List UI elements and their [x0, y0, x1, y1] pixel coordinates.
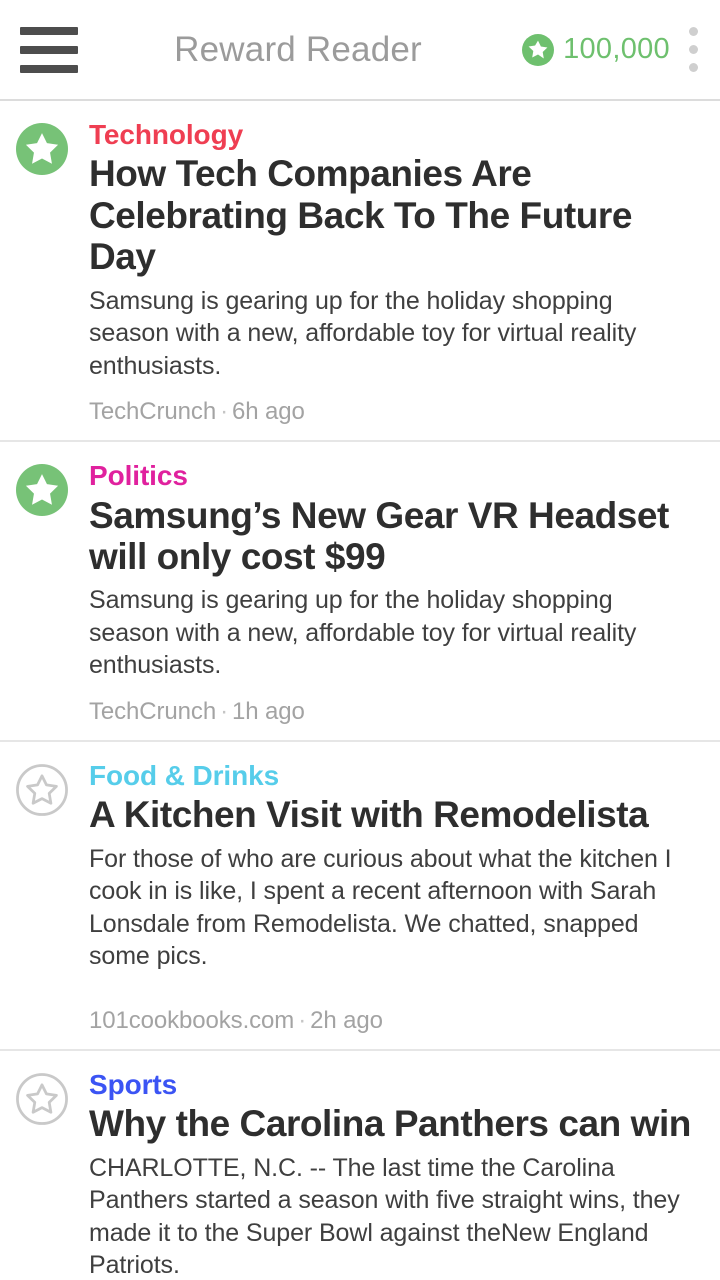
hamburger-menu-icon[interactable]: [20, 24, 80, 76]
article-body: Politics Samsung’s New Gear VR Headset wi…: [74, 460, 706, 726]
article-source: 101cookbooks.com: [89, 1006, 295, 1034]
article-body: Food & Drinks A Kitchen Visit with Remode…: [74, 760, 706, 1035]
star-filled-icon[interactable]: [16, 464, 68, 517]
hamburger-bar: [20, 26, 78, 35]
reward-balance[interactable]: 100,000: [522, 33, 670, 66]
article-body: Sports Why the Carolina Panthers can win C…: [74, 1069, 706, 1280]
kebab-dot: [688, 45, 698, 54]
article-timestamp: 2h ago: [310, 1006, 383, 1034]
star-filled-icon[interactable]: [16, 123, 68, 175]
article-card[interactable]: Food & Drinks A Kitchen Visit with Remode…: [0, 741, 720, 1051]
article-category[interactable]: Politics: [89, 460, 696, 491]
article-card[interactable]: Politics Samsung’s New Gear VR Headset wi…: [0, 442, 720, 742]
hamburger-bar: [20, 45, 78, 54]
reward-star-button[interactable]: [16, 460, 74, 726]
kebab-dot: [688, 63, 698, 72]
article-card[interactable]: Technology How Tech Companies Are Celebra…: [0, 101, 720, 443]
meta-separator: ·: [220, 398, 228, 426]
kebab-menu-icon[interactable]: [680, 25, 706, 75]
star-outline-icon[interactable]: [16, 763, 68, 816]
article-summary: Samsung is gearing up for the holiday sh…: [89, 286, 637, 380]
hamburger-bar: [20, 64, 78, 73]
reward-star-button[interactable]: [16, 119, 74, 426]
article-timestamp: 1h ago: [231, 697, 305, 725]
article-meta: 101cookbooks.com · 2h ago: [89, 1007, 696, 1035]
article-summary: CHARLOTTE, N.C. -- The last time the Car…: [89, 1153, 680, 1280]
article-card[interactable]: Sports Why the Carolina Panthers can win C…: [0, 1050, 720, 1280]
article-timestamp: 6h ago: [231, 398, 305, 426]
meta-separator: ·: [298, 1006, 307, 1034]
reward-star-button[interactable]: [16, 760, 74, 1035]
article-headline[interactable]: Samsung’s New Gear VR Headset will only …: [89, 495, 696, 578]
app-header: Reward Reader 100,000: [0, 0, 720, 101]
article-source: TechCrunch: [89, 697, 217, 725]
article-summary: Samsung is gearing up for the holiday sh…: [89, 586, 637, 680]
article-category[interactable]: Sports: [89, 1069, 696, 1100]
article-source: TechCrunch: [89, 398, 217, 426]
app-root: Reward Reader 100,000 Technology How Tech…: [0, 0, 720, 1280]
article-summary: For those of who are curious about what …: [89, 844, 672, 971]
meta-separator: ·: [220, 697, 228, 725]
article-meta: TechCrunch · 1h ago: [89, 698, 696, 726]
page-title: Reward Reader: [174, 29, 422, 69]
star-badge-icon: [522, 33, 555, 66]
reward-count-label: 100,000: [563, 33, 670, 65]
article-category[interactable]: Technology: [89, 119, 696, 150]
article-headline[interactable]: A Kitchen Visit with Remodelista: [89, 794, 696, 835]
article-headline[interactable]: Why the Carolina Panthers can win: [89, 1103, 696, 1144]
article-headline[interactable]: How Tech Companies Are Celebrating Back …: [89, 153, 696, 277]
article-meta: TechCrunch · 6h ago: [89, 398, 696, 426]
reward-star-button[interactable]: [16, 1069, 74, 1280]
kebab-dot: [688, 27, 698, 36]
article-body: Technology How Tech Companies Are Celebra…: [74, 119, 706, 426]
article-feed: Technology How Tech Companies Are Celebra…: [0, 101, 720, 1280]
article-category[interactable]: Food & Drinks: [89, 760, 696, 791]
star-outline-icon[interactable]: [16, 1072, 68, 1125]
